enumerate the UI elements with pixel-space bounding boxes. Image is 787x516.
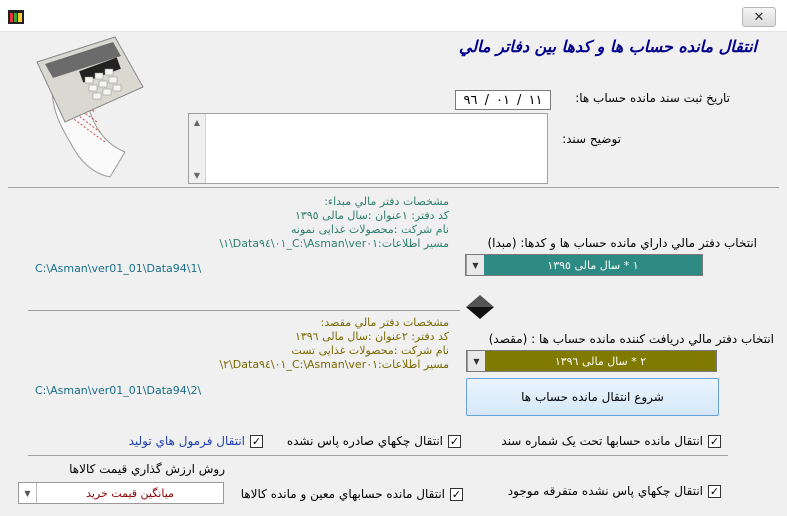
- divider: [28, 455, 728, 456]
- option-label: انتقال مانده حسابها تحت يک شماره سند: [501, 434, 703, 448]
- checkbox-checked-icon[interactable]: ✓: [250, 434, 263, 448]
- option-single-document[interactable]: ✓ انتقال مانده حسابها تحت يک شماره سند: [501, 434, 721, 448]
- destination-select[interactable]: ▼ ٢ * سال مالی ١٣٩٦: [466, 350, 717, 372]
- destination-company: نام شرکت :محصولات غذایی تست: [291, 344, 449, 357]
- checkbox-checked-icon[interactable]: ✓: [708, 434, 721, 448]
- destination-path: C:\Asman\ver01_01\Data94\2\: [35, 384, 202, 397]
- option-label: انتقال فرمول هاي توليد: [128, 434, 245, 448]
- chevron-down-icon[interactable]: ▼: [19, 483, 37, 503]
- vertical-scrollbar[interactable]: ▲ ▼: [189, 114, 206, 183]
- chevron-down-icon[interactable]: ▼: [467, 351, 485, 371]
- option-label: انتقال چکهاي صادره پاس نشده: [286, 434, 443, 448]
- source-info: مشخصات دفتر مالي مبداء: کد دفتر: ١عنوان …: [219, 195, 449, 251]
- source-select[interactable]: ▼ ١ * سال مالی ١٣٩٥: [465, 254, 703, 276]
- divider: [28, 310, 460, 311]
- date-month: ٠١: [496, 92, 510, 108]
- source-company: نام شرکت :محصولات غذایی نمونه: [291, 223, 449, 236]
- option-production-formulas[interactable]: ✓ انتقال فرمول هاي توليد: [129, 434, 263, 448]
- close-button[interactable]: ✕: [742, 7, 776, 27]
- checkbox-checked-icon[interactable]: ✓: [708, 484, 721, 498]
- start-transfer-label: شروع انتقال مانده حساب ها: [521, 390, 664, 404]
- valuation-value: ميانگين قيمت خريد: [86, 486, 174, 500]
- destination-select-label: انتخاب دفتر مالي دريافت کننده مانده حساب…: [488, 332, 774, 346]
- scroll-down-icon[interactable]: ▼: [189, 167, 205, 183]
- destination-code: کد دفتر: ٢عنوان :سال مالی ١٣٩٦: [294, 330, 449, 343]
- source-path: C:\Asman\ver01_01\Data94\1\: [35, 262, 202, 275]
- source-select-label: انتخاب دفتر مالي داراي مانده حساب ها و ک…: [487, 236, 757, 250]
- app-icon[interactable]: [8, 10, 24, 24]
- description-label: توضيح سند:: [562, 132, 621, 146]
- page-title: انتقال مانده حساب ها و کدها بين دفاتر ما…: [458, 37, 757, 56]
- valuation-label: روش ارزش گذاري قيمت کالاها: [69, 462, 225, 476]
- source-path-line: مسير اطلاعات:C:\Asman\ver٠١_٠١\Data٩٤\١\: [219, 237, 449, 250]
- option-ledger-balances[interactable]: ✓ انتقال مانده حسابهاي معين و مانده کالا…: [241, 487, 463, 501]
- divider: [8, 187, 779, 188]
- source-select-value: ١ * سال مالی ١٣٩٥: [547, 258, 639, 272]
- checkbox-checked-icon[interactable]: ✓: [450, 487, 463, 501]
- source-heading: مشخصات دفتر مالي مبداء:: [324, 195, 449, 208]
- option-misc-cheques[interactable]: ✓ انتقال چکهاي پاس نشده متفرقه موجود: [508, 484, 721, 498]
- destination-select-value: ٢ * سال مالی ١٣٩٦: [554, 354, 647, 368]
- scroll-up-icon[interactable]: ▲: [189, 114, 205, 130]
- option-issued-cheques[interactable]: ✓ انتقال چکهاي صادره پاس نشده: [287, 434, 461, 448]
- destination-path-line: مسير اطلاعات:C:\Asman\ver٠١_٠١\Data٩٤\٢\: [219, 358, 449, 371]
- valuation-select[interactable]: ▼ ميانگين قيمت خريد: [18, 482, 224, 504]
- close-icon: ✕: [753, 9, 765, 25]
- date-year: ٩٦: [463, 92, 478, 108]
- date-day: ١١: [528, 92, 543, 108]
- destination-info: مشخصات دفتر مالي مقصد: کد دفتر: ٢عنوان :…: [219, 316, 449, 372]
- chevron-down-icon[interactable]: ▼: [466, 255, 484, 275]
- source-code: کد دفتر: ١عنوان :سال مالی ١٣٩٥: [294, 209, 449, 222]
- start-transfer-button[interactable]: شروع انتقال مانده حساب ها: [466, 378, 719, 416]
- title-bar: ✕: [0, 0, 787, 32]
- destination-heading: مشخصات دفتر مالي مقصد:: [320, 316, 449, 329]
- date-field[interactable]: ٩٦ / ٠١ / ١١: [455, 90, 551, 110]
- description-field[interactable]: ▲ ▼: [188, 113, 548, 184]
- checkbox-checked-icon[interactable]: ✓: [448, 434, 461, 448]
- option-label: انتقال چکهاي پاس نشده متفرقه موجود: [507, 484, 703, 498]
- arrow-down-icon: [466, 295, 494, 319]
- calculator-icon: [36, 36, 144, 178]
- option-label: انتقال مانده حسابهاي معين و مانده کالاها: [240, 487, 445, 501]
- date-label: تاريخ ثبت سند مانده حساب ها:: [575, 91, 730, 105]
